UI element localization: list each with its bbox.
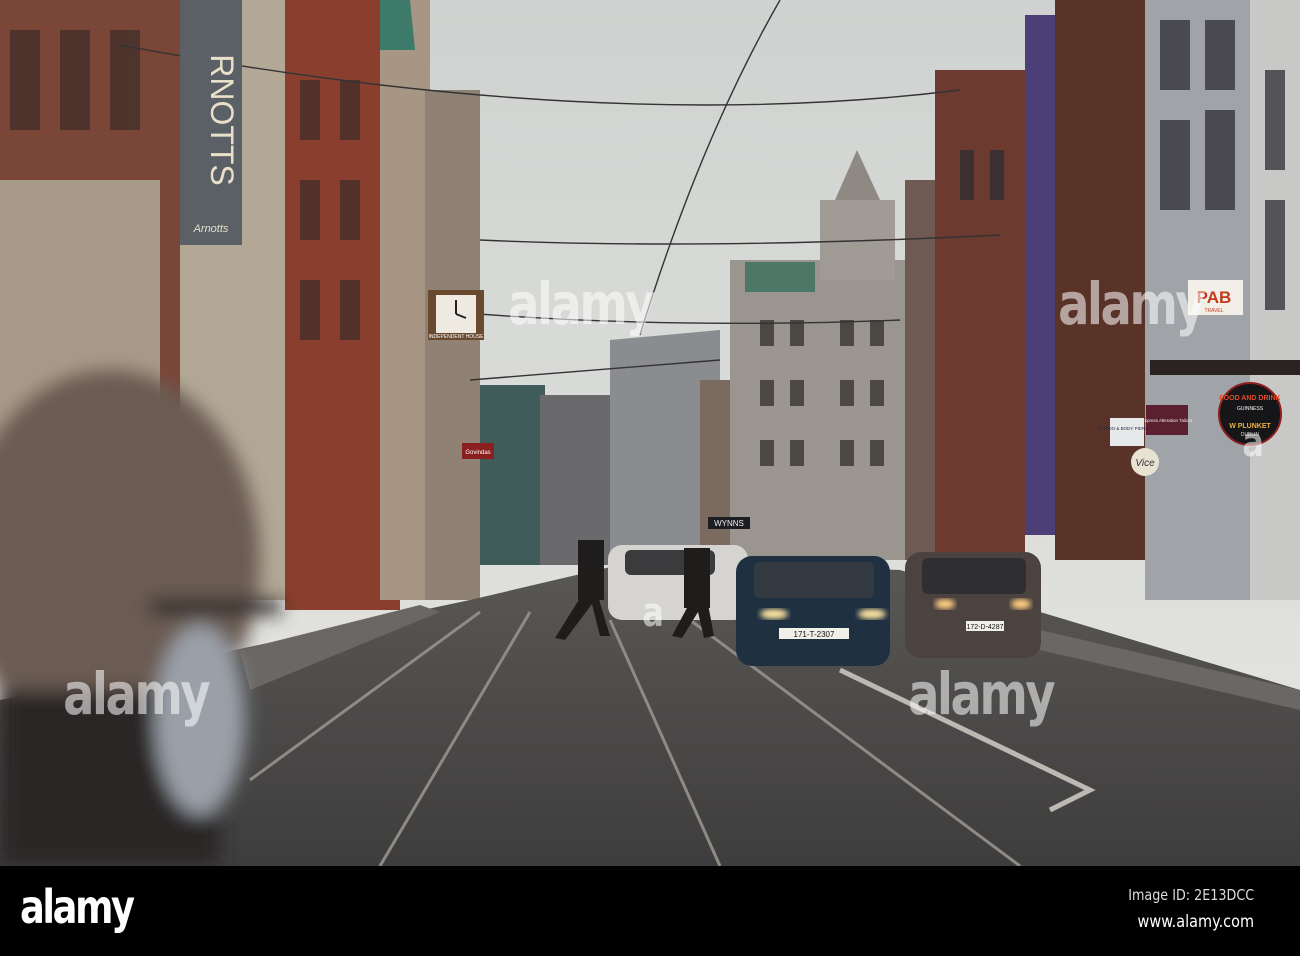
svg-text:Govindas: Govindas (465, 450, 490, 456)
image-id: Image ID: 2E13DCC (1128, 886, 1254, 904)
watermark: a (642, 590, 664, 636)
wynns-sign: WYNNS (708, 517, 750, 529)
svg-text:TRAVEL: TRAVEL (1204, 308, 1223, 314)
street-photo: INDEPENDENT HOUSE RNOTTS Arnotts Govinda… (0, 0, 1300, 866)
govindas-sign: Govindas (462, 443, 494, 459)
svg-text:Arnotts: Arnotts (193, 223, 229, 235)
svg-text:WYNNS: WYNNS (714, 519, 744, 528)
watermark: alamy (63, 660, 211, 728)
license-plate: 172-D-4287 (967, 624, 1004, 631)
watermark: alamy (508, 270, 656, 338)
blue-car: 171-T-2307 (736, 556, 890, 666)
street-clock: INDEPENDENT HOUSE (428, 290, 484, 340)
svg-text:Vice: Vice (1135, 458, 1155, 469)
svg-text:RNOTTS: RNOTTS (204, 54, 240, 186)
watermark: a (1242, 420, 1264, 466)
watermark: alamy (1058, 270, 1206, 338)
license-plate: 171-T-2307 (794, 630, 835, 639)
white-car (608, 545, 748, 620)
svg-text:GUINNESS: GUINNESS (1237, 406, 1264, 412)
vice-sign: Vice (1131, 448, 1159, 476)
svg-text:Express Alteration Tailors: Express Alteration Tailors (1142, 418, 1193, 423)
tailors-sign: Express Alteration Tailors (1142, 405, 1193, 435)
svg-text:FOOD AND DRINK: FOOD AND DRINK (1219, 395, 1280, 402)
arnotts-sign: RNOTTS Arnotts (180, 0, 242, 245)
alamy-logo: alamy (20, 880, 135, 934)
footer-bar: alamy Image ID: 2E13DCC www.alamy.com (0, 866, 1300, 956)
watermark: alamy (908, 660, 1056, 728)
brown-car: 172-D-4287 (905, 552, 1041, 658)
stock-photo: INDEPENDENT HOUSE RNOTTS Arnotts Govinda… (0, 0, 1300, 956)
site-url: www.alamy.com (1137, 912, 1254, 932)
clock-label: INDEPENDENT HOUSE (429, 334, 485, 340)
